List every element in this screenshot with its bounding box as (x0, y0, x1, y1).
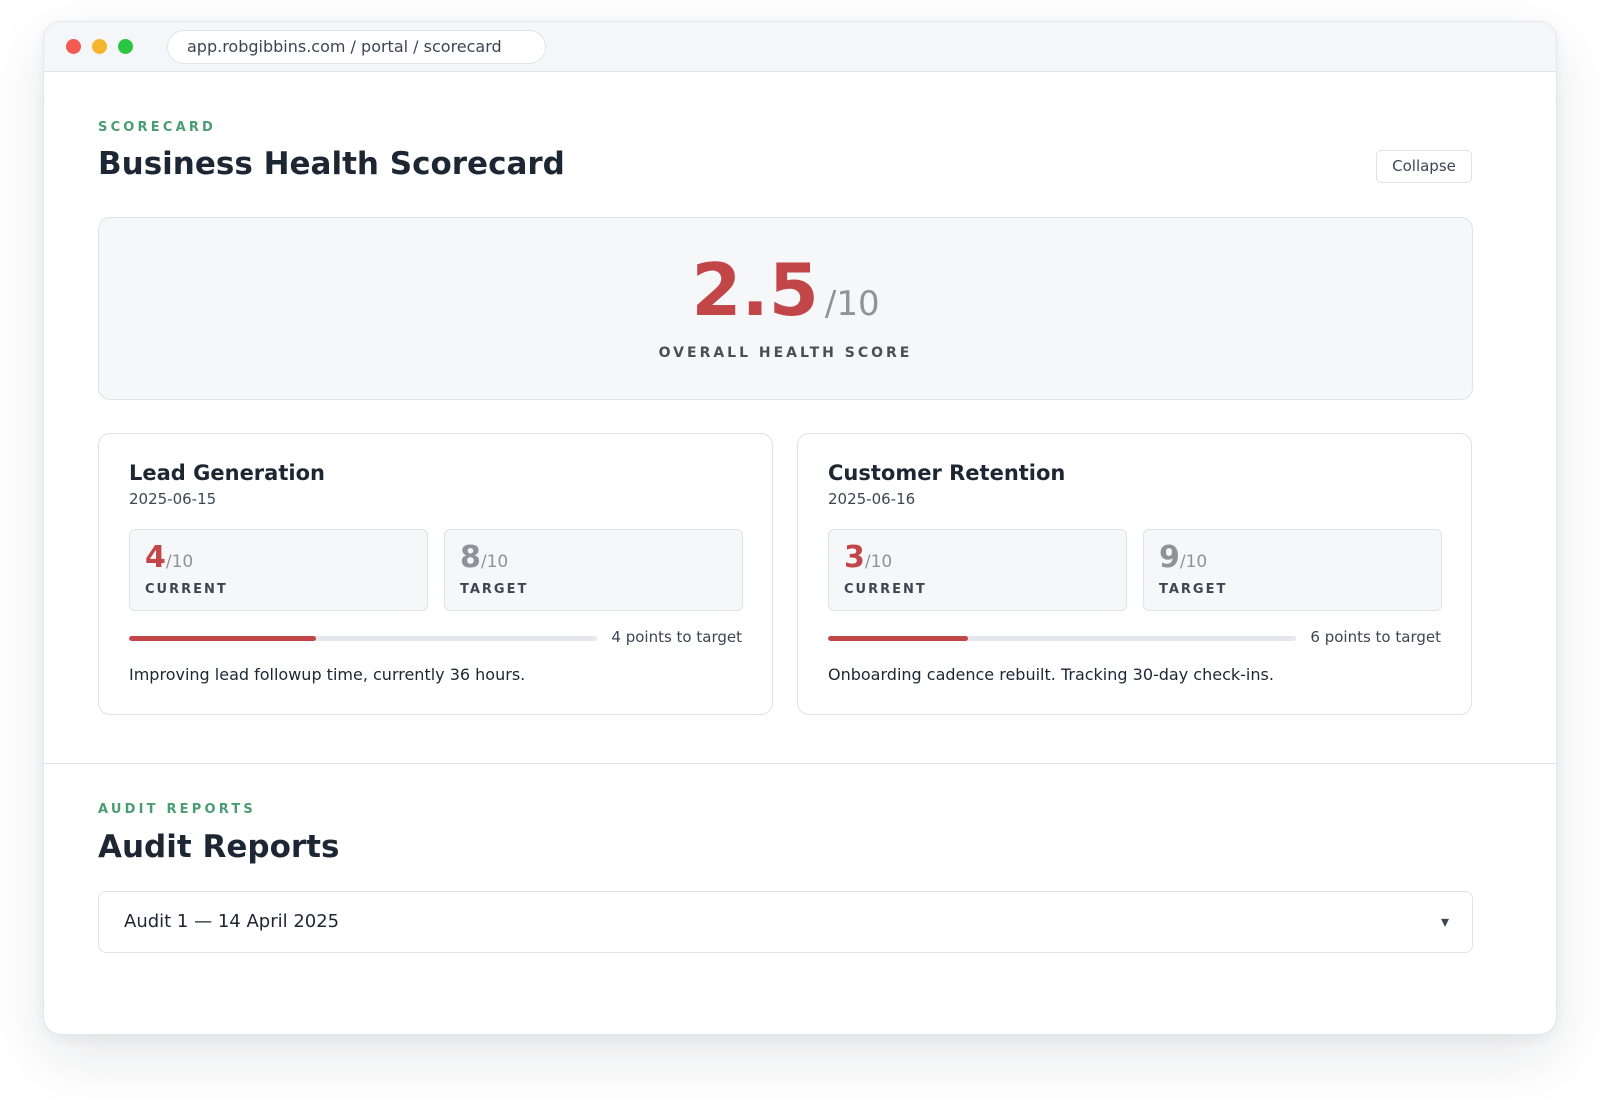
target-score-value: 8 (460, 540, 481, 575)
current-score-denominator: /10 (165, 552, 194, 572)
audit-eyebrow: AUDIT REPORTS (98, 802, 256, 817)
metric-title: Customer Retention (828, 461, 1066, 485)
target-score-box: 9/10 TARGET (1143, 529, 1442, 611)
overall-score: 2.5/10 (99, 248, 1472, 332)
points-to-target: 6 points to target (1310, 628, 1441, 646)
overall-score-value: 2.5 (691, 248, 819, 332)
chevron-down-icon[interactable]: ▾ (1441, 912, 1449, 931)
target-score-denominator: /10 (1179, 552, 1208, 572)
metric-card-customer-retention: Customer Retention 2025-06-16 3/10 CURRE… (797, 433, 1472, 715)
browser-window: app.robgibbins.com / portal / scorecard … (43, 21, 1557, 1035)
collapse-button[interactable]: Collapse (1376, 150, 1472, 183)
metric-card-lead-generation: Lead Generation 2025-06-15 4/10 CURRENT … (98, 433, 773, 715)
close-window-icon[interactable] (66, 39, 81, 54)
progress-bar (828, 636, 1296, 641)
overall-score-denominator: /10 (824, 284, 880, 324)
minimize-window-icon[interactable] (92, 39, 107, 54)
target-score-value: 9 (1159, 540, 1180, 575)
metric-note: Onboarding cadence rebuilt. Tracking 30-… (828, 665, 1274, 684)
audit-accordion-item[interactable]: Audit 1 — 14 April 2025 ▾ (98, 891, 1473, 953)
progress-bar-fill (828, 636, 969, 641)
points-to-target: 4 points to target (611, 628, 742, 646)
audit-item-label: Audit 1 — 14 April 2025 (124, 911, 340, 932)
audit-section-title: Audit Reports (98, 829, 340, 865)
current-label: CURRENT (844, 582, 927, 597)
target-label: TARGET (1159, 582, 1228, 597)
target-score-denominator: /10 (480, 552, 509, 572)
scorecard-eyebrow: SCORECARD (98, 120, 217, 135)
progress-bar-fill (129, 636, 317, 641)
metric-title: Lead Generation (129, 461, 325, 485)
current-score-value: 4 (145, 540, 166, 575)
metric-date: 2025-06-16 (828, 490, 916, 508)
address-bar[interactable]: app.robgibbins.com / portal / scorecard (167, 30, 546, 64)
browser-titlebar: app.robgibbins.com / portal / scorecard (44, 22, 1556, 72)
progress-bar (129, 636, 597, 641)
current-score-box: 4/10 CURRENT (129, 529, 428, 611)
section-divider (44, 763, 1556, 764)
metric-note: Improving lead followup time, currently … (129, 665, 526, 684)
page-title: Business Health Scorecard (98, 146, 565, 182)
metric-date: 2025-06-15 (129, 490, 217, 508)
maximize-window-icon[interactable] (118, 39, 133, 54)
overall-score-label: OVERALL HEALTH SCORE (658, 345, 913, 361)
current-score-value: 3 (844, 540, 865, 575)
current-label: CURRENT (145, 582, 228, 597)
current-score-box: 3/10 CURRENT (828, 529, 1127, 611)
target-label: TARGET (460, 582, 529, 597)
current-score-denominator: /10 (864, 552, 893, 572)
overall-health-card: 2.5/10 OVERALL HEALTH SCORE (98, 217, 1473, 400)
target-score-box: 8/10 TARGET (444, 529, 743, 611)
